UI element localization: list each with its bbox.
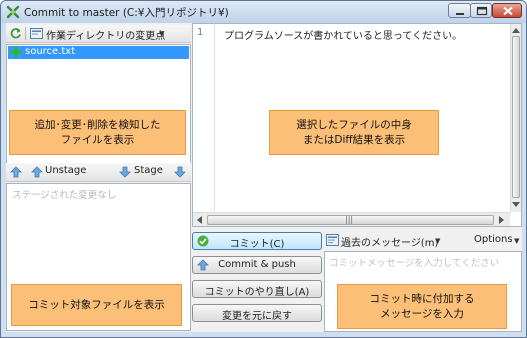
- revert-button[interactable]: 変更を元に戻す: [192, 304, 322, 322]
- stage-all-icon[interactable]: [174, 166, 186, 178]
- past-messages-dropdown[interactable]: 過去のメッセージ(m): [341, 234, 438, 249]
- minimize-button[interactable]: [448, 3, 471, 18]
- staged-empty-text: ステージされた変更なし: [12, 190, 117, 201]
- workspace-toolbar: 作業ディレクトリの変更点 ▼: [6, 25, 191, 43]
- unstage-label: Unstage: [45, 165, 87, 176]
- commit-button[interactable]: コミット(C): [192, 232, 322, 250]
- stage-button[interactable]: Stage: [119, 164, 169, 180]
- arrow-up-icon: [31, 166, 43, 178]
- commit-message-placeholder: コミットメッセージを入力してください: [329, 258, 500, 269]
- commit-window: Commit to master (C:¥入門リポジトリ¥) 作業ディレクトリの…: [0, 0, 527, 338]
- callout-line: またはDiff結果を表示: [302, 133, 406, 146]
- unstage-all-icon[interactable]: [10, 166, 22, 178]
- revert-label: 変更を元に戻す: [222, 311, 292, 322]
- stage-label: Stage: [134, 165, 163, 176]
- app-icon: [6, 5, 20, 19]
- scroll-left-icon[interactable]: [197, 216, 202, 224]
- callout-commit-files: コミット対象ファイルを表示: [11, 284, 182, 326]
- file-name: source.txt: [25, 46, 76, 57]
- list-item[interactable]: source.txt: [8, 46, 189, 59]
- callout-diff-viewer: 選択したファイルの中身 またはDiff結果を表示: [269, 110, 439, 155]
- line-number-gutter: 1: [193, 24, 215, 212]
- close-button[interactable]: [492, 3, 522, 18]
- callout-commit-message: コミット時に付加する メッセージを入力: [337, 284, 507, 329]
- toolbar-divider: [25, 27, 26, 40]
- line-number: 1: [197, 27, 204, 38]
- options-menu[interactable]: Options: [474, 234, 513, 245]
- diff-line: プログラムソースが書かれていると思ってください。: [224, 31, 463, 42]
- refresh-icon[interactable]: [9, 27, 22, 40]
- message-toolbar: 過去のメッセージ(m) ▼ Options ▼: [324, 232, 522, 250]
- working-copy-icon: [30, 28, 43, 39]
- scroll-up-icon[interactable]: [512, 28, 520, 33]
- vertical-scrollbar[interactable]: [510, 24, 521, 212]
- unstage-button[interactable]: Unstage: [31, 164, 91, 180]
- chevron-down-icon[interactable]: ▼: [159, 30, 164, 38]
- scroll-down-icon[interactable]: [512, 202, 520, 207]
- callout-line: メッセージを入力: [380, 307, 464, 320]
- window-title: Commit to master (C:¥入門リポジトリ¥): [24, 7, 229, 19]
- horizontal-scrollbar[interactable]: |||: [193, 212, 510, 226]
- callout-detected-files: 追加･変更･削除を検知した ファイルを表示: [9, 110, 186, 155]
- title-bar[interactable]: Commit to master (C:¥入門リポジトリ¥): [1, 1, 526, 23]
- grip-icon: |||: [345, 215, 354, 224]
- chevron-down-icon[interactable]: ▼: [435, 237, 440, 245]
- staging-toolbar: Unstage Stage: [6, 163, 191, 182]
- scroll-right-icon[interactable]: [499, 216, 504, 224]
- commit-push-label: Commit & push: [218, 259, 296, 270]
- add-status-icon: [10, 46, 22, 58]
- callout-line: 選択したファイルの中身: [296, 118, 412, 131]
- commit-redo-button[interactable]: コミットのやり直し(A): [192, 280, 322, 298]
- callout-line: コミット対象ファイルを表示: [28, 298, 165, 311]
- arrow-down-icon: [119, 166, 131, 178]
- callout-line: 追加･変更･削除を検知した: [34, 118, 161, 131]
- minimize-icon: [456, 13, 464, 15]
- workspace-dropdown[interactable]: 作業ディレクトリの変更点: [46, 27, 165, 42]
- commit-label: コミット(C): [229, 239, 285, 250]
- horizontal-scroll-thumb[interactable]: |||: [207, 215, 494, 225]
- commit-redo-label: コミットのやり直し(A): [204, 287, 310, 298]
- maximize-icon: [476, 6, 488, 16]
- commit-push-button[interactable]: Commit & push: [192, 256, 322, 274]
- close-icon: [503, 6, 513, 16]
- chevron-down-icon[interactable]: ▼: [514, 237, 519, 245]
- vertical-scroll-thumb[interactable]: [512, 36, 520, 198]
- maximize-button[interactable]: [470, 3, 492, 18]
- callout-line: ファイルを表示: [60, 133, 135, 146]
- callout-line: コミット時に付加する: [369, 292, 475, 305]
- history-icon: [326, 234, 339, 246]
